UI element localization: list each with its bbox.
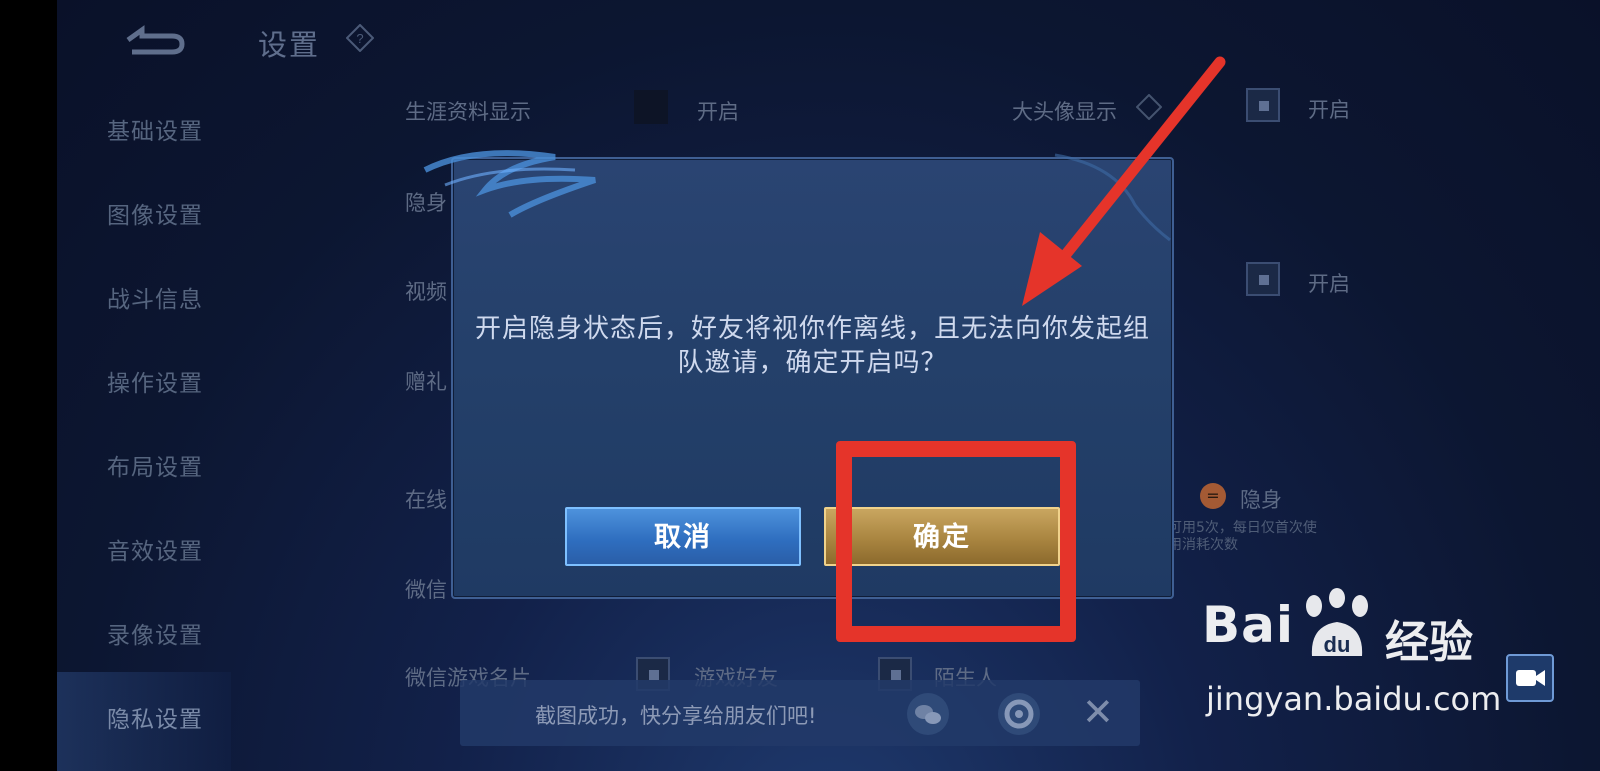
moments-share-icon[interactable] (997, 692, 1041, 736)
sidebar-item-privacy[interactable]: 隐私设置 (107, 700, 247, 734)
career-display-option: 开启 (697, 100, 739, 124)
toast-message: 截图成功，快分享给朋友们吧! (535, 704, 817, 728)
baidu-jingyan-text: 经验 (1385, 617, 1473, 668)
dialog-message: 开启隐身状态后，好友将视你作离线，且无法向你发起组队邀请，确定开启吗？ (474, 314, 1150, 378)
checkbox-dot (891, 670, 901, 680)
sidebar-item-battle-info[interactable]: 战斗信息 (107, 280, 247, 314)
sidebar-item-graphics[interactable]: 图像设置 (107, 196, 247, 230)
page-title: 设置 (258, 28, 321, 62)
video-camera-icon (1516, 670, 1545, 686)
video-record-button[interactable] (1506, 654, 1554, 702)
cancel-button[interactable]: 取消 (565, 507, 801, 566)
career-display-checkbox[interactable] (634, 90, 668, 124)
sidebar-item-basic[interactable]: 基础设置 (107, 112, 247, 146)
big-avatar-checkbox[interactable] (1246, 88, 1280, 122)
help-diamond-icon[interactable]: ? (346, 24, 374, 52)
sidebar-item-replay[interactable]: 录像设置 (107, 616, 247, 650)
video-label: 视频 (405, 280, 447, 304)
big-avatar-option: 开启 (1308, 98, 1350, 122)
wechat-label: 微信 (405, 578, 447, 602)
gift-label: 赠礼 (405, 370, 447, 394)
baidu-logo-du: du (1324, 632, 1351, 657)
checkbox-dot (649, 670, 659, 680)
invisible-status-icon: = (1200, 483, 1226, 509)
sidebar-item-audio[interactable]: 音效设置 (107, 532, 247, 566)
baidu-logo-text: Bai (1202, 596, 1294, 654)
checkbox-dot (1259, 275, 1269, 285)
annotation-highlight-box (836, 441, 1076, 642)
online-label: 在线 (405, 488, 447, 512)
watermark-url: jingyan.baidu.com (1206, 680, 1502, 718)
checkbox-dot (1259, 101, 1269, 111)
close-icon[interactable]: ✕ (1082, 692, 1114, 732)
baidu-paw-icon: du (1306, 588, 1368, 657)
back-arrow-icon[interactable] (120, 22, 190, 58)
sidebar: 基础设置 图像设置 战斗信息 操作设置 布局设置 音效设置 录像设置 隐私设置 (57, 84, 231, 771)
sidebar-item-layout[interactable]: 布局设置 (107, 448, 247, 482)
left-black-bar (0, 0, 57, 771)
sidebar-item-controls[interactable]: 操作设置 (107, 364, 247, 398)
big-avatar-label: 大头像显示 (1012, 100, 1117, 124)
wechat-share-icon[interactable] (906, 692, 950, 736)
video-checkbox[interactable] (1246, 262, 1280, 296)
help-diamond-icon[interactable] (1136, 94, 1162, 120)
online-hide-option[interactable]: 隐身 (1240, 484, 1282, 514)
career-display-label: 生涯资料显示 (405, 100, 531, 124)
svg-text:?: ? (356, 31, 363, 46)
video-option: 开启 (1308, 272, 1350, 296)
online-hide-note: 可用5次，每日仅首次使 用消耗次数 (1168, 520, 1317, 553)
cloud-swirl-decoration (423, 150, 1171, 242)
